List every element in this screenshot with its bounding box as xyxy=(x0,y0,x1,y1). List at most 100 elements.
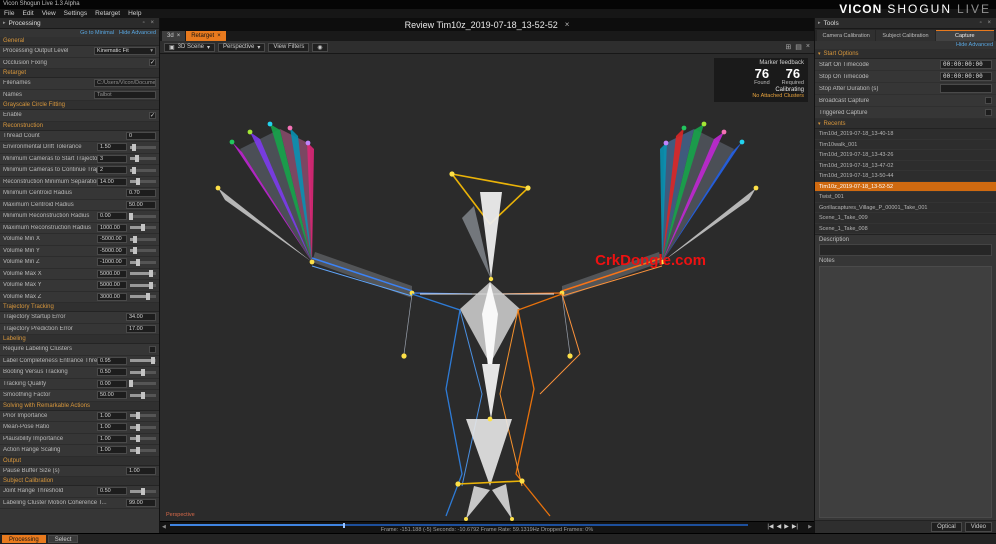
param-value-input[interactable]: 1000.00 xyxy=(97,224,127,232)
param-value-input[interactable]: 50.00 xyxy=(126,201,156,209)
capture-list-item[interactable]: Tim10d_2019-07-18_13-50-44 xyxy=(815,171,996,182)
grid-layout-icon[interactable]: ⊞ xyxy=(785,43,791,51)
close-icon[interactable]: × xyxy=(150,20,156,26)
scene-dropdown[interactable]: ▣ 3D Scene ▾ xyxy=(164,43,215,52)
param-slider[interactable] xyxy=(130,238,156,241)
section-header[interactable]: Grayscale Circle Fitting xyxy=(0,101,159,110)
panel-link[interactable]: Hide Advanced xyxy=(119,30,156,36)
option-checkbox[interactable] xyxy=(985,109,992,116)
view-layout-icon[interactable]: ▤ xyxy=(795,43,802,51)
panel-link[interactable]: Go to Minimal xyxy=(80,30,114,36)
section-header[interactable]: Subject Calibration xyxy=(0,477,159,486)
param-value-input[interactable]: 2 xyxy=(97,166,127,174)
video-button[interactable]: Video xyxy=(965,522,992,532)
option-checkbox[interactable] xyxy=(985,97,992,104)
param-value-input[interactable]: 5000.00 xyxy=(97,281,127,289)
close-icon[interactable]: × xyxy=(987,20,993,26)
scroll-right-icon[interactable]: ▶ xyxy=(808,524,812,530)
playback-button[interactable]: ◀ xyxy=(777,523,782,530)
menu-settings[interactable]: Settings xyxy=(64,10,88,17)
param-value-input[interactable]: 0.00 xyxy=(97,212,127,220)
param-value-input[interactable]: 0 xyxy=(126,132,156,140)
close-icon[interactable]: × xyxy=(565,20,570,29)
close-icon[interactable]: × xyxy=(217,33,221,39)
menu-view[interactable]: View xyxy=(42,10,56,17)
param-value-input[interactable]: 1.00 xyxy=(97,446,127,454)
viewport-tab-3d[interactable]: 3d× xyxy=(162,31,185,41)
param-value-input[interactable]: 50.00 xyxy=(97,391,127,399)
param-slider[interactable] xyxy=(130,180,156,183)
param-value-input[interactable]: 1.00 xyxy=(97,435,127,443)
section-header[interactable]: Reconstruction xyxy=(0,122,159,131)
param-slider[interactable] xyxy=(130,157,156,160)
param-value-input[interactable]: 0.50 xyxy=(97,487,127,495)
dock-tab-processing[interactable]: Processing xyxy=(2,535,46,543)
capture-list-item[interactable]: Tim10walk_001 xyxy=(815,140,996,151)
collapse-icon[interactable]: ▸ xyxy=(818,20,821,26)
section-header[interactable]: Labeling xyxy=(0,335,159,344)
param-slider[interactable] xyxy=(130,146,156,149)
section-header[interactable]: Retarget xyxy=(0,69,159,78)
param-value-input[interactable]: 5000.00 xyxy=(97,270,127,278)
param-slider[interactable] xyxy=(130,295,156,298)
view-filters-button[interactable]: View Filters xyxy=(268,43,309,52)
start-options-section-header[interactable]: ▾ Start Options xyxy=(815,49,996,59)
description-input[interactable] xyxy=(819,244,992,256)
dock-tab-select[interactable]: Select xyxy=(48,535,79,543)
param-slider[interactable] xyxy=(130,490,156,493)
param-value-input[interactable]: -5000.00 xyxy=(97,235,127,243)
param-value-input[interactable]: 0.95 xyxy=(97,357,127,365)
section-header[interactable]: General xyxy=(0,37,159,46)
menu-edit[interactable]: Edit xyxy=(22,10,33,17)
option-input[interactable] xyxy=(940,84,992,93)
capture-list-item[interactable]: Tim10z_2019-07-18_13-52-52 xyxy=(815,182,996,193)
param-slider[interactable] xyxy=(130,414,156,417)
param-text-input[interactable]: Talbot xyxy=(94,91,156,99)
param-slider[interactable] xyxy=(130,272,156,275)
menu-file[interactable]: File xyxy=(4,10,14,17)
notes-input[interactable] xyxy=(819,266,992,518)
param-value-input[interactable]: 1.50 xyxy=(97,143,127,151)
param-slider[interactable] xyxy=(130,261,156,264)
param-text-input[interactable]: C:/Users/Vicon/Documents/Retargeting xyxy=(94,79,156,87)
param-slider[interactable] xyxy=(130,249,156,252)
param-value-input[interactable]: -5000.00 xyxy=(97,247,127,255)
capture-list-item[interactable]: Tim10d_2019-07-18_13-40-18 xyxy=(815,129,996,140)
section-header[interactable]: Solving with Remarkable Actions xyxy=(0,402,159,411)
section-header[interactable]: Output xyxy=(0,457,159,466)
param-value-input[interactable]: 99.00 xyxy=(126,499,156,507)
timeline-bar[interactable]: ◀ Frame: -151.188 (-5) Seconds: -10.6792… xyxy=(160,521,814,533)
param-value-input[interactable]: 14.00 xyxy=(97,178,127,186)
pin-icon[interactable]: ▫ xyxy=(143,20,147,26)
param-value-input[interactable]: 0.00 xyxy=(97,380,127,388)
playback-button[interactable]: |◀ xyxy=(767,523,773,530)
param-slider[interactable] xyxy=(130,169,156,172)
playback-button[interactable]: ▶| xyxy=(792,523,798,530)
param-value-input[interactable]: 34.00 xyxy=(126,313,156,321)
param-value-input[interactable]: 17.00 xyxy=(126,325,156,333)
optical-button[interactable]: Optical xyxy=(931,522,962,532)
param-dropdown[interactable]: Kinematic Fit▾ xyxy=(94,47,156,55)
pin-icon[interactable]: ▫ xyxy=(980,20,984,26)
capture-list-item[interactable]: Scene_1_Take_009 xyxy=(815,213,996,224)
tab-capture[interactable]: Capture xyxy=(936,30,994,41)
close-icon[interactable]: × xyxy=(177,33,181,39)
panel-link[interactable]: Hide Advanced xyxy=(956,42,993,48)
param-value-input[interactable]: 1.00 xyxy=(97,412,127,420)
param-value-input[interactable]: 0.70 xyxy=(126,189,156,197)
menu-help[interactable]: Help xyxy=(128,10,141,17)
param-slider[interactable] xyxy=(130,394,156,397)
option-input[interactable]: 00:00:00:00 xyxy=(940,72,992,81)
param-value-input[interactable]: 1.00 xyxy=(126,467,156,475)
capture-list-item[interactable]: Gorillacaptures_Village_P_00001_Take_001 xyxy=(815,203,996,214)
close-icon[interactable]: × xyxy=(806,43,810,51)
capture-list-item[interactable]: Tim10d_2019-07-18_13-47-02 xyxy=(815,161,996,172)
timeline-track[interactable] xyxy=(170,524,748,526)
camera-dropdown[interactable]: Perspective ▾ xyxy=(218,43,265,52)
clusters-warning[interactable]: No Attached Clusters xyxy=(718,93,804,99)
param-slider[interactable] xyxy=(130,215,156,218)
param-slider[interactable] xyxy=(130,449,156,452)
tab-subject-calibration[interactable]: Subject Calibration xyxy=(876,30,934,41)
section-header[interactable]: Trajectory Tracking xyxy=(0,303,159,312)
param-slider[interactable] xyxy=(130,371,156,374)
